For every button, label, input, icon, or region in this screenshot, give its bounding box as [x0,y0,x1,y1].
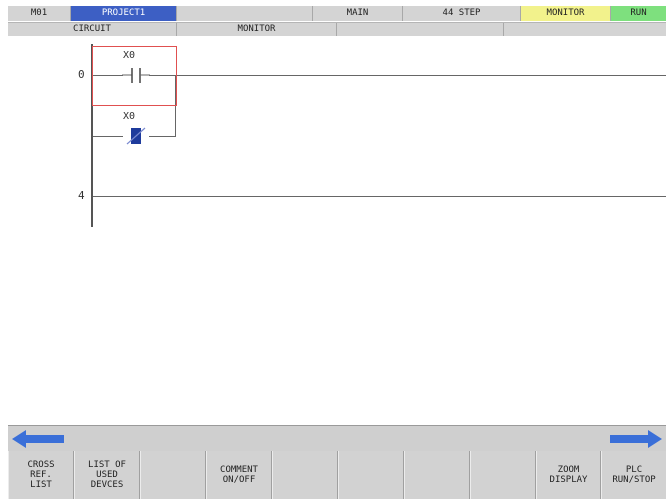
sub-header-blank-1 [337,23,504,36]
softkey-bar: CROSS REF. LIST LIST OF USED DEVCES COMM… [8,451,666,499]
branch-line-right [149,136,176,137]
mode-indicator: M01 [8,6,71,21]
rung-4-line [93,196,666,197]
zoom-display-button[interactable]: ZOOM DISPLAY [536,451,601,499]
sub-header: CIRCUIT MONITOR [8,22,666,36]
header-blank-1 [177,6,313,21]
plc-run-stop-button[interactable]: PLC RUN/STOP [601,451,666,499]
monitor-status-badge: MONITOR [521,6,611,21]
arrow-right-icon[interactable] [610,430,662,448]
branch-line-left [93,136,123,137]
softkey-blank-8[interactable] [470,451,536,499]
status-header: M01 PROJECT1 MAIN 44 STEP MONITOR RUN [8,6,666,21]
step-number-0: 0 [78,68,85,81]
softkey-blank-5[interactable] [272,451,338,499]
project-name: PROJECT1 [71,6,177,21]
ladder-circuit-area[interactable]: 0 4 X0 X0 [8,36,666,425]
selection-cursor [92,46,177,106]
scroll-nav-bar [8,425,666,451]
monitor-label: MONITOR [177,23,337,36]
step-count: 44 STEP [403,6,521,21]
comment-on-off-button[interactable]: COMMENT ON/OFF [206,451,272,499]
softkey-blank-3[interactable] [140,451,206,499]
step-number-4: 4 [78,189,85,202]
softkey-blank-7[interactable] [404,451,470,499]
sub-header-blank-2 [504,23,666,36]
normally-closed-contact-icon[interactable] [122,126,150,146]
circuit-label: CIRCUIT [8,23,177,36]
run-status-badge: RUN [611,6,666,21]
arrow-left-icon[interactable] [12,430,64,448]
contact-x0-nc-label: X0 [123,111,136,122]
plc-monitor-window: M01 PROJECT1 MAIN 44 STEP MONITOR RUN CI… [8,6,666,499]
list-of-used-devices-button[interactable]: LIST OF USED DEVCES [74,451,140,499]
cross-ref-list-button[interactable]: CROSS REF. LIST [8,451,74,499]
program-name: MAIN [313,6,403,21]
rung-0-line-right [149,75,666,76]
softkey-blank-6[interactable] [338,451,404,499]
